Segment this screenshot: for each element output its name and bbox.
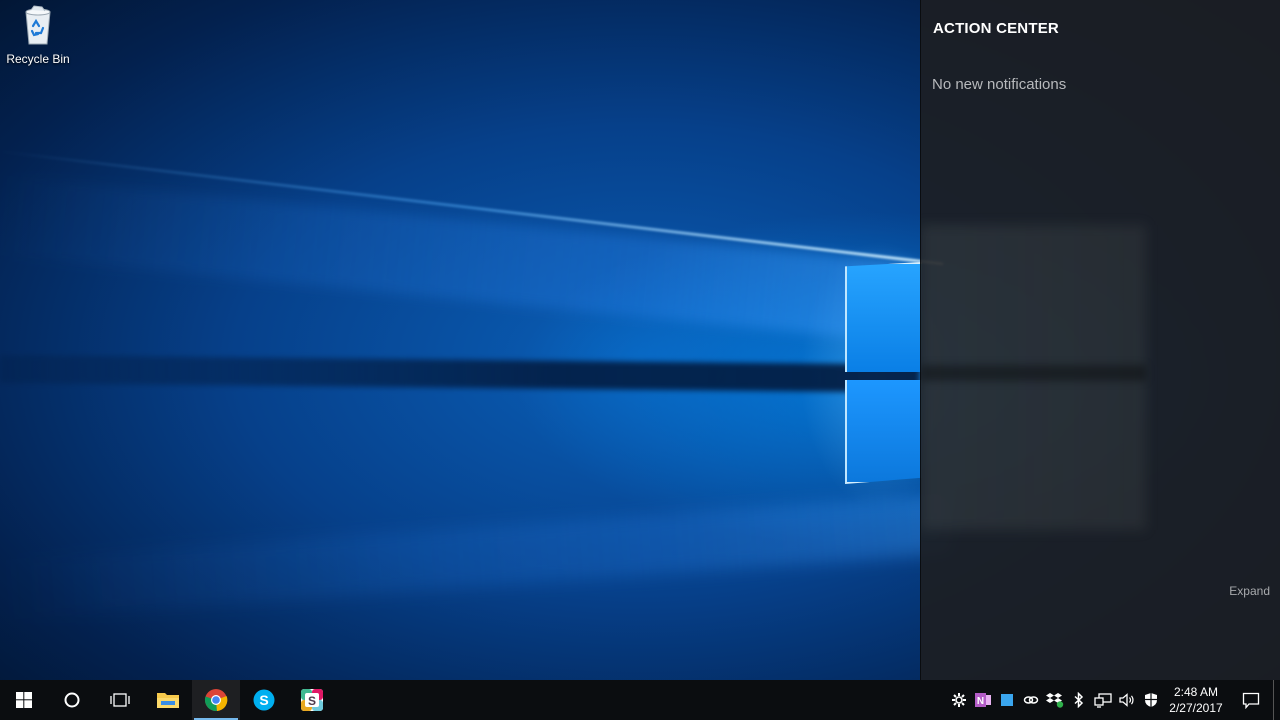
cortana-search-button[interactable] — [48, 680, 96, 720]
wallpaper-light-ray — [0, 175, 916, 343]
bluetooth-icon — [1074, 692, 1084, 708]
defender-shield-icon — [1145, 693, 1157, 707]
settings-gear-icon — [952, 693, 966, 707]
wallpaper-window-pane — [845, 262, 922, 372]
action-center-panel: ACTION CENTER No new notifications Expan… — [920, 0, 1280, 680]
tray-dropbox[interactable] — [1043, 680, 1067, 720]
clock-time: 2:48 AM — [1173, 685, 1219, 699]
task-view-button[interactable] — [96, 680, 144, 720]
onenote-icon: N — [975, 693, 991, 707]
cortana-circle-icon — [64, 692, 80, 708]
network-icon — [1094, 693, 1112, 708]
blue-square-icon — [1001, 694, 1013, 706]
wallpaper-window-pane — [845, 380, 922, 484]
action-center-title: ACTION CENTER — [933, 20, 1059, 37]
skype-icon: S — [253, 689, 275, 711]
tray-defender[interactable] — [1139, 680, 1163, 720]
svg-text:S: S — [259, 692, 268, 708]
tray-volume[interactable] — [1115, 680, 1139, 720]
tray-onenote[interactable]: N — [971, 680, 995, 720]
recycle-bin-label: Recycle Bin — [6, 52, 70, 66]
taskbar-app-slack[interactable]: S — [288, 680, 336, 720]
taskbar: S S N 2:48 AM 2/27/2017 — [0, 680, 1280, 720]
wallpaper-reflection-shadow — [921, 365, 1146, 381]
svg-text:N: N — [977, 696, 984, 707]
show-desktop-button[interactable] — [1273, 680, 1280, 720]
tray-link[interactable] — [1019, 680, 1043, 720]
taskbar-app-file-explorer[interactable] — [144, 680, 192, 720]
slack-icon: S — [301, 689, 323, 711]
expand-quick-actions-link[interactable]: Expand — [1229, 584, 1270, 598]
taskbar-app-skype[interactable]: S — [240, 680, 288, 720]
svg-text:S: S — [308, 694, 316, 708]
link-icon — [1023, 696, 1039, 704]
folder-icon — [157, 693, 179, 708]
system-tray: N 2:48 AM 2/27/2017 — [947, 680, 1280, 720]
start-button[interactable] — [0, 680, 48, 720]
task-view-icon — [110, 693, 130, 707]
clock-date: 2/27/2017 — [1169, 701, 1223, 715]
wallpaper-shadow — [0, 355, 920, 393]
tray-bluetooth[interactable] — [1067, 680, 1091, 720]
tray-network[interactable] — [1091, 680, 1115, 720]
taskbar-app-chrome[interactable] — [192, 680, 240, 720]
action-center-icon — [1242, 692, 1260, 709]
chrome-icon — [204, 689, 228, 712]
action-center-button[interactable] — [1229, 680, 1273, 720]
desktop-icon-recycle-bin[interactable]: Recycle Bin — [4, 4, 72, 74]
wallpaper-light-ray — [0, 493, 952, 620]
no-notifications-message: No new notifications — [932, 76, 1067, 93]
recycle-bin-icon — [25, 5, 51, 45]
volume-icon — [1119, 693, 1134, 707]
taskbar-clock[interactable]: 2:48 AM 2/27/2017 — [1163, 680, 1229, 720]
dropbox-icon — [1046, 693, 1064, 708]
tray-blue-app[interactable] — [995, 680, 1019, 720]
tray-settings[interactable] — [947, 680, 971, 720]
windows-logo-icon — [16, 692, 32, 708]
